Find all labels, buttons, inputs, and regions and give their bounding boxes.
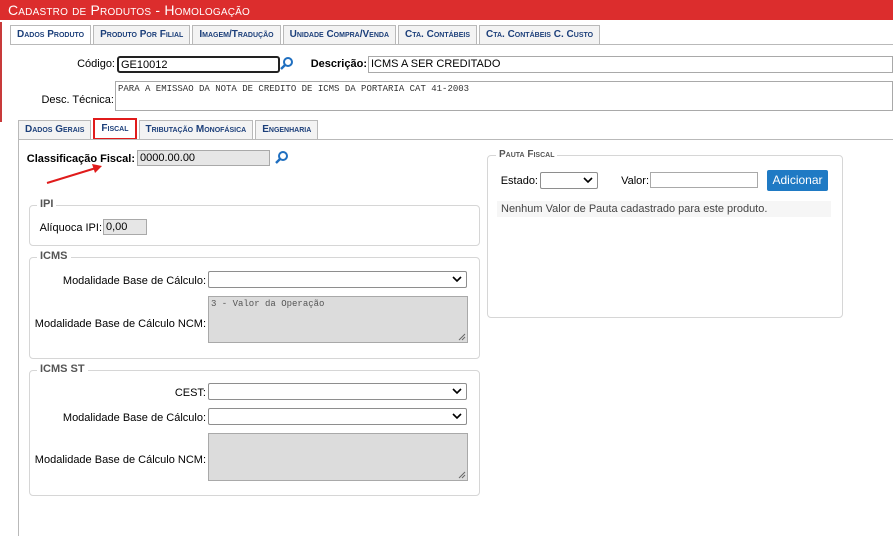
- codigo-search-icon[interactable]: [280, 56, 294, 70]
- aliquota-ipi-label: Alíquoca IPI:: [39, 222, 102, 234]
- tab-cta-contabeis[interactable]: Cta. Contábeis: [398, 25, 477, 44]
- subtabs-divider: [18, 139, 893, 140]
- icms-modalidade-label: Modalidade Base de Cálculo:: [62, 275, 206, 287]
- cest-select[interactable]: [208, 383, 467, 400]
- chevron-down-icon: [452, 388, 462, 395]
- desc-tecnica-textarea[interactable]: PARA A EMISSAO DA NOTA DE CREDITO DE ICM…: [115, 81, 893, 111]
- tab-dados-produto[interactable]: Dados Produto: [10, 25, 92, 45]
- tab-fiscal[interactable]: Fiscal: [93, 118, 137, 140]
- adicionar-button[interactable]: Adicionar: [767, 170, 828, 191]
- panel-left-border: [18, 139, 19, 536]
- icms-st-modalidade-label: Modalidade Base de Cálculo:: [62, 412, 206, 424]
- tab-imagem-traducao[interactable]: Imagem/Tradução: [192, 25, 281, 44]
- icms-legend: ICMS: [37, 250, 71, 262]
- valor-label: Valor:: [621, 175, 649, 187]
- valor-input[interactable]: [650, 172, 758, 188]
- tab-tributacao-monofasica[interactable]: Tributação Monofásica: [138, 120, 254, 139]
- estado-select[interactable]: [540, 172, 598, 189]
- descricao-label: Descrição:: [310, 58, 367, 70]
- icms-st-legend: ICMS ST: [37, 363, 88, 375]
- descricao-input[interactable]: ICMS A SER CREDITADO: [368, 56, 893, 73]
- tab-produto-por-filial[interactable]: Produto Por Filial: [93, 25, 191, 44]
- tab-cta-contabeis-c-custo[interactable]: Cta. Contábeis C. Custo: [479, 25, 601, 44]
- icms-modalidade-ncm-textarea[interactable]: 3 - Valor da Operação: [208, 296, 468, 343]
- chevron-down-icon: [583, 177, 593, 184]
- chevron-down-icon: [452, 276, 462, 283]
- desc-tecnica-label: Desc. Técnica:: [41, 94, 114, 106]
- chevron-down-icon: [452, 413, 462, 420]
- tab-unidade-compra-venda[interactable]: Unidade Compra/Venda: [282, 25, 397, 44]
- top-tabs: Dados Produto Produto Por Filial Imagem/…: [10, 25, 602, 45]
- icms-modalidade-select[interactable]: [208, 271, 467, 288]
- codigo-input[interactable]: GE10012: [117, 56, 280, 73]
- icms-st-modalidade-select[interactable]: [208, 408, 467, 425]
- window-title: Cadastro de Produtos - Homologação: [0, 0, 893, 20]
- estado-label: Estado:: [500, 175, 538, 187]
- cest-label: CEST:: [174, 387, 206, 399]
- icms-modalidade-ncm-label: Modalidade Base de Cálculo NCM:: [34, 318, 206, 330]
- tab-dados-gerais[interactable]: Dados Gerais: [18, 120, 92, 139]
- resize-grip-icon[interactable]: [458, 471, 466, 479]
- icms-modalidade-ncm-value: 3 - Valor da Operação: [211, 299, 325, 309]
- codigo-label: Código:: [77, 58, 115, 70]
- classificacao-input[interactable]: 0000.00.00: [137, 150, 270, 166]
- app-window: Cadastro de Produtos - Homologação Dados…: [0, 0, 893, 536]
- resize-grip-icon[interactable]: [458, 333, 466, 341]
- classificacao-search-icon[interactable]: [275, 150, 289, 164]
- aliquota-ipi-input[interactable]: 0,00: [103, 219, 147, 235]
- left-edge-strip: [0, 22, 2, 122]
- icms-st-modalidade-ncm-label: Modalidade Base de Cálculo NCM:: [34, 454, 206, 466]
- pauta-empty-message: Nenhum Valor de Pauta cadastrado para es…: [497, 201, 831, 217]
- tab-engenharia[interactable]: Engenharia: [255, 120, 319, 139]
- pauta-fiscal-legend: Pauta Fiscal: [496, 149, 558, 160]
- tabs-divider: [10, 44, 893, 45]
- icms-st-modalidade-ncm-textarea[interactable]: [208, 433, 468, 481]
- sub-tabs: Dados Gerais Fiscal Tributação Monofásic…: [18, 118, 320, 140]
- ipi-legend: IPI: [37, 198, 57, 210]
- annotation-arrow: [46, 164, 102, 184]
